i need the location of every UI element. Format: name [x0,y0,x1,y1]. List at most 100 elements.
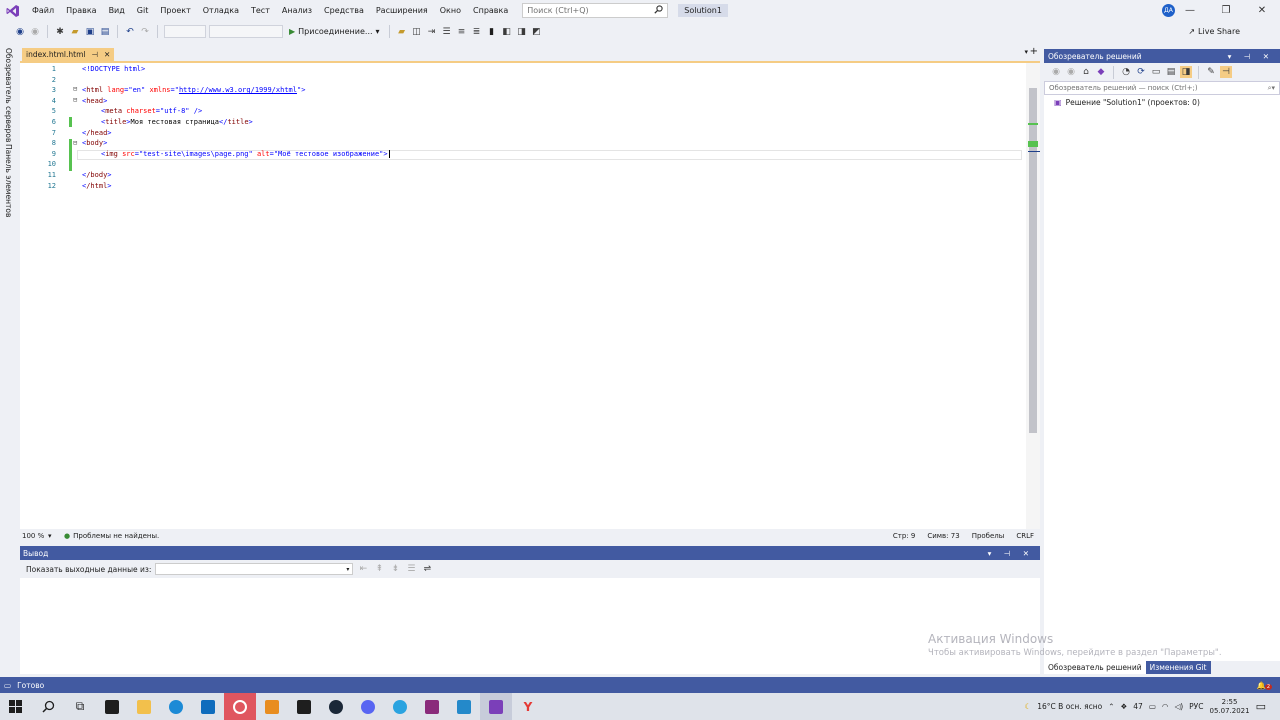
minimize-icon[interactable]: — [1172,5,1208,16]
menu-tools[interactable]: Средства [318,0,370,21]
discord-icon[interactable] [352,693,384,720]
telegram-icon[interactable] [384,693,416,720]
collapse-icon[interactable]: ▭ [1150,66,1162,78]
add-icon[interactable]: + [1030,46,1038,57]
uncomment-icon[interactable]: ≣ [471,26,483,38]
configuration-dropdown[interactable] [164,25,206,38]
pin-icon[interactable]: ⊣ [1220,66,1232,78]
volume-icon[interactable]: ◁) [1174,702,1183,711]
panel-controls[interactable]: ▾ ⊣ ✕ [988,549,1034,558]
screenshot-icon[interactable]: ◫ [411,26,423,38]
store-icon[interactable] [96,693,128,720]
menu-extensions[interactable]: Расширения [370,0,434,21]
word-wrap-icon[interactable]: ⇌ [421,563,433,575]
task-view-icon[interactable]: ⧉ [64,693,96,720]
browse-icon[interactable]: ▰ [396,26,408,38]
opera-icon[interactable] [224,693,256,720]
file-explorer-icon[interactable] [128,693,160,720]
properties-wrench-icon[interactable]: ✎ [1205,66,1217,78]
close-icon[interactable]: ✕ [1244,5,1280,16]
close-tab-icon[interactable]: ✕ [104,50,110,59]
visual-studio-icon[interactable] [480,693,512,720]
step-icon[interactable]: ⇥ [426,26,438,38]
menu-view[interactable]: Вид [103,0,131,21]
mail-icon[interactable] [192,693,224,720]
tab-dropdown-icon[interactable]: ▾ [1024,48,1028,56]
action-center-icon[interactable]: ▭ [1256,700,1266,713]
platform-dropdown[interactable] [209,25,283,38]
forward-icon[interactable]: ◉ [29,26,41,38]
menu-test[interactable]: Тест [245,0,276,21]
sync-icon[interactable]: ⟳ [1135,66,1147,78]
namespace-link[interactable]: http://www.w3.org/1999/xhtml [179,86,297,94]
comment-icon[interactable]: ≡ [456,26,468,38]
edge-icon[interactable] [160,693,192,720]
output-source-select[interactable]: ▾ [155,563,354,575]
chevron-down-icon[interactable]: ▾ [48,532,64,540]
tree-item-solution[interactable]: ▣ Решение "Solution1" (проектов: 0) [1054,98,1200,107]
winrar-icon[interactable] [416,693,448,720]
toolbox-tab[interactable]: Панель элементов [4,144,13,217]
tab-index-html[interactable]: index.html.html ⊣ ✕ [22,48,115,61]
steam-icon[interactable] [320,693,352,720]
fold-toggle-icon[interactable]: ⊟ [73,139,77,147]
back-icon[interactable]: ◉ [1050,66,1062,78]
new-project-icon[interactable]: ✱ [54,26,66,38]
windows-start-icon[interactable] [0,693,32,720]
sublime-text-icon[interactable] [256,693,288,720]
visual-studio-logo-icon[interactable] [4,2,22,20]
next-message-icon[interactable]: ⇟ [389,563,401,575]
column-indicator[interactable]: Симв: 73 [927,532,959,540]
clear-all-icon[interactable]: ☰ [405,563,417,575]
menu-git[interactable]: Git [131,0,155,21]
menu-file[interactable]: Файл [26,0,60,21]
output-content[interactable] [20,578,1040,674]
tab-git-changes[interactable]: Изменения Git [1145,661,1211,674]
pending-changes-icon[interactable]: ◔ [1120,66,1132,78]
bookmark-icon[interactable]: ▮ [486,26,498,38]
vs-icon[interactable]: ◆ [1095,66,1107,78]
attach-run-button[interactable]: ▶ Присоединение... ▾ [286,27,383,36]
panel-controls[interactable]: ▾ ⊣ ✕ [1228,52,1274,61]
system-clock[interactable]: 2:55 05.07.2021 [1210,698,1250,716]
yandex-browser-icon[interactable]: Y [512,693,544,720]
menu-debug[interactable]: Отладка [197,0,245,21]
save-all-icon[interactable]: ▤ [99,26,111,38]
clear-bookmarks-icon[interactable]: ◩ [531,26,543,38]
language-indicator[interactable]: РУС [1189,702,1203,711]
format-icon[interactable]: ☰ [441,26,453,38]
network-icon[interactable]: ▭ [1149,702,1156,711]
prev-bookmark-icon[interactable]: ◧ [501,26,513,38]
save-icon[interactable]: ▣ [84,26,96,38]
menu-window[interactable]: Окно [434,0,467,21]
forward-icon[interactable]: ◉ [1065,66,1077,78]
fold-toggle-icon[interactable]: ⊟ [73,96,77,104]
redo-icon[interactable]: ↷ [139,26,151,38]
open-folder-icon[interactable]: ▰ [69,26,81,38]
taskbar-search-icon[interactable] [32,693,64,720]
show-all-files-icon[interactable]: ▤ [1165,66,1177,78]
zoom-level[interactable]: 100 % [20,532,48,540]
restore-icon[interactable]: ❐ [1208,5,1244,16]
vscode-icon[interactable] [448,693,480,720]
line-ending-indicator[interactable]: CRLF [1016,532,1034,540]
scrollbar-thumb[interactable] [1029,88,1037,433]
menu-help[interactable]: Справка [467,0,514,21]
fold-toggle-icon[interactable]: ⊟ [73,85,77,93]
line-indicator[interactable]: Стр: 9 [893,532,915,540]
editor-vertical-scrollbar[interactable] [1026,63,1040,529]
search-input[interactable]: Поиск (Ctrl+Q) [522,3,669,18]
pin-icon[interactable]: ⊣ [91,50,98,59]
weather-text[interactable]: 16°C В осн. ясно [1037,702,1102,711]
live-share-button[interactable]: ↗ Live Share [1188,21,1240,42]
prev-message-icon[interactable]: ⇞ [373,563,385,575]
home-icon[interactable]: ⌂ [1080,66,1092,78]
preview-icon[interactable]: ◨ [1180,66,1192,78]
tab-solution-explorer[interactable]: Обозреватель решений [1044,661,1146,674]
menu-edit[interactable]: Правка [60,0,102,21]
back-icon[interactable]: ◉ [14,26,26,38]
whitespace-indicator[interactable]: Пробелы [972,532,1005,540]
server-explorer-tab[interactable]: Обозреватель серверов [4,48,13,142]
terminal-icon[interactable] [288,693,320,720]
notifications-icon[interactable]: 🔔 2 [1257,681,1272,690]
